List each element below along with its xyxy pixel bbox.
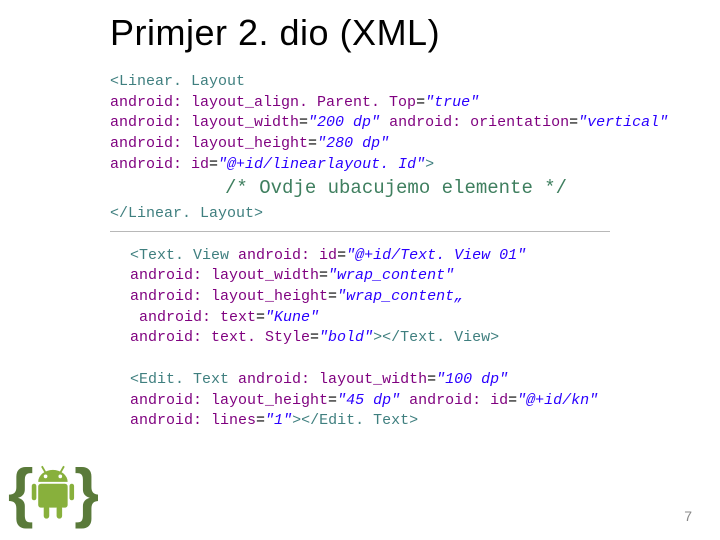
xml-tag-textview: Text. View	[400, 329, 490, 346]
xml-value: "wrap_content"	[328, 267, 454, 284]
eq: =	[256, 412, 265, 429]
eq: =	[308, 135, 317, 152]
eq: =	[508, 392, 517, 409]
eq: =	[427, 371, 436, 388]
xml-bracket: >	[254, 205, 263, 222]
xml-value: "Kune"	[265, 309, 319, 326]
xml-tag-linearlayout: Linear. Layout	[119, 73, 245, 90]
xml-bracket: ></	[373, 329, 400, 346]
code-block-linearlayout: <Linear. Layout android: layout_align. P…	[0, 62, 720, 175]
xml-bracket: <	[130, 247, 139, 264]
xml-value: "@+id/Text. View 01"	[346, 247, 526, 264]
xml-bracket: </	[110, 205, 128, 222]
xml-bracket: >	[425, 156, 434, 173]
xml-attr: android: layout_height	[130, 288, 328, 305]
xml-value: "1"	[265, 412, 292, 429]
code-block-textview-edittext: <Text. View android: id="@+id/Text. View…	[0, 232, 720, 432]
eq: =	[209, 156, 218, 173]
eq: =	[319, 267, 328, 284]
xml-tag-edittext: Edit. Text	[139, 371, 238, 388]
eq: =	[299, 114, 308, 131]
xml-attr: android: layout_width	[110, 114, 299, 131]
xml-attr: android: id	[238, 247, 337, 264]
xml-value: "@+id/linearlayout. Id"	[218, 156, 425, 173]
xml-tag-linearlayout: Linear. Layout	[128, 205, 254, 222]
xml-value: "vertical"	[578, 114, 668, 131]
svg-text:{: {	[8, 456, 34, 530]
eq: =	[328, 392, 337, 409]
xml-value: "true"	[425, 94, 479, 111]
xml-value: "280 dp"	[317, 135, 389, 152]
android-logo-icon: { }	[6, 450, 98, 534]
eq: =	[310, 329, 319, 346]
xml-attr: android: layout_height	[110, 135, 308, 152]
xml-bracket: <	[110, 73, 119, 90]
xml-attr: android: id	[409, 392, 508, 409]
svg-text:}: }	[74, 456, 98, 530]
xml-bracket: ></	[292, 412, 319, 429]
xml-attr: android: lines	[130, 412, 256, 429]
slide-title: Primjer 2. dio (XML)	[0, 0, 720, 62]
code-comment: /* Ovdje ubacujemo elemente */	[0, 175, 720, 202]
eq: =	[337, 247, 346, 264]
xml-attr: android: id	[110, 156, 209, 173]
xml-attr: android: layout_width	[130, 267, 319, 284]
xml-tag-edittext: Edit. Text	[319, 412, 409, 429]
eq: =	[328, 288, 337, 305]
xml-tag-textview: Text. View	[139, 247, 238, 264]
xml-attr: android: layout_width	[238, 371, 427, 388]
eq: =	[569, 114, 578, 131]
xml-attr: android: layout_height	[130, 392, 328, 409]
xml-value: "wrap_content„	[337, 288, 463, 305]
xml-bracket: <	[130, 371, 139, 388]
xml-attr: android: text	[130, 309, 256, 326]
xml-value: "200 dp"	[308, 114, 389, 131]
eq: =	[416, 94, 425, 111]
xml-value: "45 dp"	[337, 392, 409, 409]
xml-bracket: >	[490, 329, 499, 346]
xml-attr: android: orientation	[389, 114, 569, 131]
xml-bracket: >	[409, 412, 418, 429]
xml-value: "100 dp"	[436, 371, 508, 388]
code-close-linearlayout: </Linear. Layout>	[0, 202, 720, 225]
xml-attr: android: layout_align. Parent. Top	[110, 94, 416, 111]
eq: =	[256, 309, 265, 326]
xml-attr: android: text. Style	[130, 329, 310, 346]
page-number: 7	[684, 508, 692, 524]
xml-value: "@+id/kn"	[517, 392, 598, 409]
xml-value: "bold"	[319, 329, 373, 346]
